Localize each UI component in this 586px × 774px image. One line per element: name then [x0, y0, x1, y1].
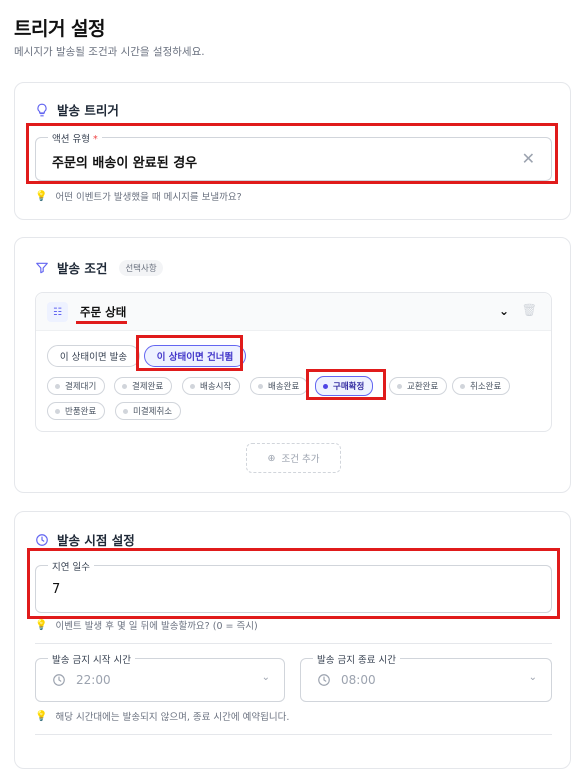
quiet-end-select[interactable]: 발송 금지 종료 시간 08:00 ⌄	[300, 652, 552, 702]
condition-label: 주문 상태	[80, 305, 127, 319]
hint-bulb-icon: 💡	[35, 190, 48, 202]
chevron-down-icon: ⌄	[528, 672, 537, 683]
trigger-heading: 발송 트리거	[35, 100, 119, 119]
trigger-heading-text: 발송 트리거	[57, 103, 119, 118]
page-title: 트리거 설정	[14, 18, 106, 40]
status-chip[interactable]: 취소완료	[452, 377, 511, 395]
quiet-start-label: 발송 금지 시작 시간	[48, 652, 135, 666]
quiet-hint: 💡 해당 시간대에는 발송되지 않으며, 종료 시간에 예약됩니다.	[35, 710, 290, 724]
timing-heading-text: 발송 시점 설정	[57, 533, 135, 548]
status-chip[interactable]: 배송완료	[250, 377, 309, 395]
action-type-value: 주문의 배송이 완료된 경우	[52, 156, 198, 171]
action-type-field[interactable]: 액션 유형 * 주문의 배송이 완료된 경우 ✕	[35, 131, 552, 181]
mode-send-button[interactable]: 이 상태이면 발송	[47, 345, 140, 367]
delay-days-field[interactable]: 지연 일수 7	[35, 559, 552, 613]
timing-card: 발송 시점 설정 지연 일수 7 💡 이벤트 발생 후 몇 일 뒤에 발송할까요…	[14, 511, 571, 769]
quiet-start-value: 22:00	[76, 673, 111, 687]
status-chip[interactable]: 미결제취소	[115, 402, 182, 420]
optional-badge: 선택사항	[119, 259, 163, 276]
page-subtitle: 메시지가 발송될 조건과 시간을 설정하세요.	[14, 46, 205, 58]
timing-heading: 발송 시점 설정	[35, 530, 135, 549]
chevron-down-icon: ⌄	[261, 672, 270, 683]
conditions-heading: 발송 조건 선택사항	[35, 258, 163, 277]
delay-days-value: 7	[52, 582, 61, 597]
status-chip[interactable]: 결제대기	[47, 377, 106, 395]
status-chip[interactable]: 배송시작	[182, 377, 241, 395]
clock-icon	[53, 674, 65, 686]
mode-skip-button[interactable]: 이 상태이면 건너뜀	[144, 345, 246, 367]
status-chip[interactable]: 결제완료	[114, 377, 173, 395]
close-icon[interactable]: ✕	[522, 149, 535, 168]
divider	[35, 643, 552, 644]
delay-hint: 💡 이벤트 발생 후 몇 일 뒤에 발송할까요? (0 = 즉시)	[35, 619, 258, 633]
clock-icon	[36, 533, 48, 546]
condition-header[interactable]: ☷ 주문 상태 ⌄ 🗑	[36, 293, 551, 331]
lightbulb-icon	[37, 103, 47, 116]
status-chip[interactable]: 반품완료	[47, 402, 106, 420]
trash-icon[interactable]: 🗑	[522, 303, 537, 317]
status-chip-selected[interactable]: 구매확정	[315, 376, 374, 396]
trigger-card: 발송 트리거 액션 유형 * 주문의 배송이 완료된 경우 ✕ 💡 어떤 이벤트…	[14, 82, 571, 220]
quiet-start-select[interactable]: 발송 금지 시작 시간 22:00 ⌄	[35, 652, 285, 702]
list-check-icon: ☷	[47, 302, 68, 322]
condition-label-underline	[76, 321, 127, 324]
chevron-down-icon[interactable]: ⌄	[499, 304, 509, 318]
conditions-card: 발송 조건 선택사항 ☷ 주문 상태 ⌄ 🗑 이 상태이면 발송 이 상태이면 …	[14, 237, 571, 493]
conditions-heading-text: 발송 조건	[57, 261, 108, 276]
trigger-hint: 💡 어떤 이벤트가 발생했을 때 메시지를 보낼까요?	[35, 190, 242, 204]
clock-icon	[318, 674, 330, 686]
add-circle-icon: ⊕	[267, 452, 276, 464]
quiet-end-value: 08:00	[341, 673, 376, 687]
delay-days-label: 지연 일수	[48, 559, 94, 573]
condition-item: ☷ 주문 상태 ⌄ 🗑 이 상태이면 발송 이 상태이면 건너뜀 결제대기 결제…	[35, 292, 552, 432]
quiet-end-label: 발송 금지 종료 시간	[313, 652, 400, 666]
hint-bulb-icon: 💡	[35, 710, 48, 722]
action-type-label: 액션 유형 *	[48, 131, 102, 145]
filter-icon	[36, 262, 48, 273]
hint-bulb-icon: 💡	[35, 619, 48, 631]
status-chip[interactable]: 교환완료	[389, 377, 448, 395]
add-condition-button[interactable]: ⊕ 조건 추가	[246, 443, 341, 473]
divider	[35, 734, 552, 735]
